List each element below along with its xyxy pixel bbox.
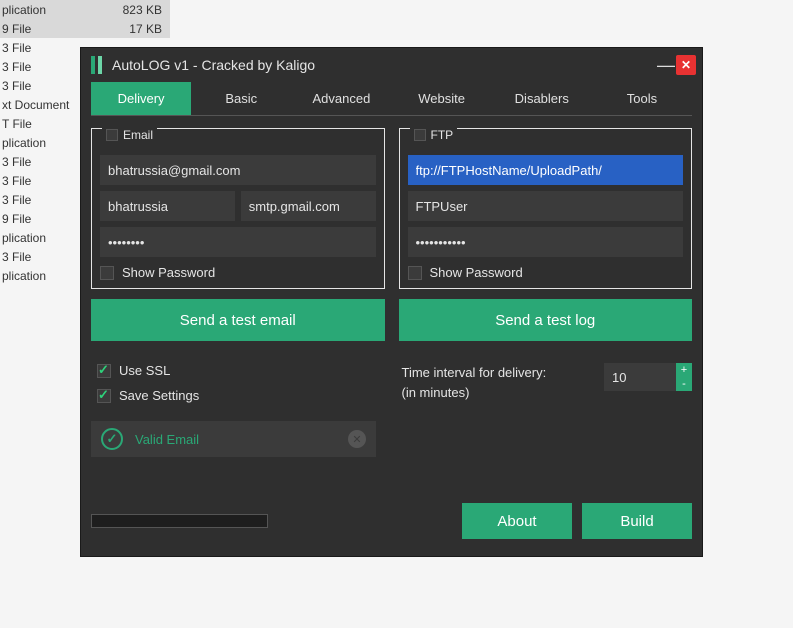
clear-validation-icon[interactable]: ✕	[348, 430, 366, 448]
ftp-user-input[interactable]	[408, 191, 684, 221]
explorer-row[interactable]: plication823 KB	[0, 0, 170, 19]
send-test-log-button[interactable]: Send a test log	[399, 299, 693, 341]
tab-delivery[interactable]: Delivery	[91, 82, 191, 115]
check-circle-icon: ✓	[101, 428, 123, 450]
interval-input[interactable]	[604, 363, 676, 391]
minimize-button[interactable]: —	[656, 60, 676, 70]
ftp-legend: FTP	[410, 128, 458, 142]
titlebar[interactable]: AutoLOG v1 - Cracked by Kaligo — ✕	[81, 48, 702, 82]
ftp-host-input[interactable]	[408, 155, 684, 185]
email-legend: Email	[102, 128, 157, 142]
smtp-input[interactable]	[241, 191, 376, 221]
file-type-label: plication	[0, 3, 110, 17]
use-ssl-label: Use SSL	[119, 363, 170, 378]
app-logo-icon	[91, 56, 102, 74]
interval-down-button[interactable]: -	[676, 377, 692, 391]
file-type-label: 9 File	[0, 22, 110, 36]
file-size-label: 17 KB	[110, 22, 170, 36]
email-legend-label: Email	[123, 128, 153, 142]
legend-box-icon	[106, 129, 118, 141]
use-ssl-checkbox[interactable]	[97, 364, 111, 378]
legend-box-icon	[414, 129, 426, 141]
tab-advanced[interactable]: Advanced	[291, 82, 391, 115]
interval-spinner: + -	[604, 363, 692, 391]
email-address-input[interactable]	[100, 155, 376, 185]
tab-website[interactable]: Website	[392, 82, 492, 115]
tab-basic[interactable]: Basic	[191, 82, 291, 115]
progress-bar	[91, 514, 268, 528]
save-settings-label: Save Settings	[119, 388, 199, 403]
validation-bar: ✓ Valid Email ✕	[91, 421, 376, 457]
ftp-password-input[interactable]	[408, 227, 684, 257]
interval-label: Time interval for delivery: (in minutes)	[402, 363, 595, 402]
email-password-input[interactable]	[100, 227, 376, 257]
ftp-show-password-checkbox[interactable]	[408, 266, 422, 280]
ftp-show-password-label: Show Password	[430, 265, 523, 280]
window-title: AutoLOG v1 - Cracked by Kaligo	[112, 57, 656, 73]
email-user-input[interactable]	[100, 191, 235, 221]
ftp-group: FTP Show Password	[399, 128, 693, 289]
app-window: AutoLOG v1 - Cracked by Kaligo — ✕ Deliv…	[80, 47, 703, 557]
email-show-password-label: Show Password	[122, 265, 215, 280]
ftp-legend-label: FTP	[431, 128, 454, 142]
file-size-label: 823 KB	[110, 3, 170, 17]
email-group: Email Show Password	[91, 128, 385, 289]
close-button[interactable]: ✕	[676, 55, 696, 75]
interval-up-button[interactable]: +	[676, 363, 692, 377]
tab-tools[interactable]: Tools	[592, 82, 692, 115]
about-button[interactable]: About	[462, 503, 572, 539]
tab-disablers[interactable]: Disablers	[492, 82, 592, 115]
tab-bar: DeliveryBasicAdvancedWebsiteDisablersToo…	[91, 82, 692, 116]
build-button[interactable]: Build	[582, 503, 692, 539]
email-show-password-checkbox[interactable]	[100, 266, 114, 280]
send-test-email-button[interactable]: Send a test email	[91, 299, 385, 341]
tab-body: Email Show Password FTP	[81, 116, 702, 549]
validation-text: Valid Email	[135, 432, 336, 447]
save-settings-checkbox[interactable]	[97, 389, 111, 403]
explorer-row[interactable]: 9 File17 KB	[0, 19, 170, 38]
